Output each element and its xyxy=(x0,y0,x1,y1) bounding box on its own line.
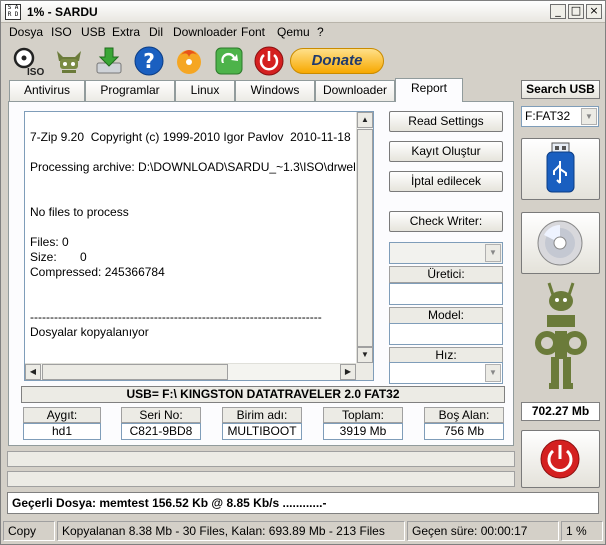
device-value: hd1 xyxy=(23,423,101,440)
create-usb-button[interactable] xyxy=(521,138,600,200)
usb-summary: USB= F:\ KINGSTON DATATRAVELER 2.0 FAT32 xyxy=(21,386,505,403)
horizontal-scrollbar[interactable]: ◀ ▶ xyxy=(25,363,357,380)
chevron-down-icon[interactable]: ▼ xyxy=(581,108,597,125)
check-writer-button[interactable]: Check Writer: xyxy=(389,211,503,232)
sardu-window: SARD 1% - SARDU _ □ × Dosya ISO USB Extr… xyxy=(0,0,606,545)
title-bar: SARD 1% - SARDU _ □ × xyxy=(1,1,605,23)
serial-label: Seri No: xyxy=(121,407,201,423)
menu-bar: Dosya ISO USB Extra Dil Downloader Font … xyxy=(1,23,605,41)
menu-font[interactable]: Font xyxy=(241,25,265,39)
burn-disc-icon[interactable] xyxy=(173,45,205,77)
exit-button[interactable] xyxy=(521,430,600,488)
size-display: 702.27 Mb xyxy=(521,402,600,421)
refresh-icon[interactable] xyxy=(213,45,245,77)
chevron-down-icon[interactable]: ▼ xyxy=(485,364,501,382)
status-percent: 1 % xyxy=(561,521,603,541)
download-icon[interactable] xyxy=(93,45,125,77)
tab-antivirus[interactable]: Antivirus xyxy=(9,80,85,101)
svg-text:ISO: ISO xyxy=(27,67,44,77)
manufacturer-field xyxy=(389,283,503,305)
cancel-button[interactable]: İptal edilecek xyxy=(389,171,503,192)
free-space-value: 756 Mb xyxy=(424,423,504,440)
svg-text:?: ? xyxy=(143,49,155,73)
tab-downloader[interactable]: Downloader xyxy=(315,80,395,101)
window-title: 1% - SARDU xyxy=(27,5,98,19)
writer-select[interactable]: ▼ xyxy=(389,242,503,264)
scroll-left-icon[interactable]: ◀ xyxy=(25,364,41,380)
file-progress-bar xyxy=(7,471,515,487)
menu-dil[interactable]: Dil xyxy=(149,25,163,39)
scroll-right-icon[interactable]: ▶ xyxy=(340,364,356,380)
current-file-status: Geçerli Dosya: memtest 156.52 Kb @ 8.85 … xyxy=(7,492,599,514)
power-icon[interactable] xyxy=(253,45,285,77)
cd-icon xyxy=(537,220,583,266)
help-icon[interactable]: ? xyxy=(133,45,165,77)
robot-logo-icon xyxy=(531,279,591,393)
menu-extra[interactable]: Extra xyxy=(112,25,140,39)
tab-windows[interactable]: Windows xyxy=(235,80,315,101)
maximize-button[interactable]: □ xyxy=(568,4,584,19)
tab-programlar[interactable]: Programlar xyxy=(85,80,175,101)
minimize-button[interactable]: _ xyxy=(550,4,566,19)
volume-label: Birim adı: xyxy=(222,407,302,423)
device-label: Aygıt: xyxy=(23,407,101,423)
tab-report[interactable]: Report xyxy=(395,78,463,102)
menu-dosya[interactable]: Dosya xyxy=(9,25,43,39)
menu-iso[interactable]: ISO xyxy=(51,25,72,39)
menu-qemu[interactable]: Qemu xyxy=(277,25,310,39)
manufacturer-label: Üretici: xyxy=(389,266,503,283)
vertical-scrollbar[interactable]: ▲ ▼ xyxy=(356,112,373,364)
search-usb-button[interactable]: Search USB xyxy=(521,80,600,99)
iso-icon[interactable]: ISO xyxy=(13,45,45,78)
report-text: 7-Zip 9.20 Copyright (c) 1999-2010 Igor … xyxy=(30,130,355,339)
usb-drive-icon xyxy=(546,142,575,193)
create-log-button[interactable]: Kayıt Oluştur xyxy=(389,141,503,162)
volume-value: MULTIBOOT xyxy=(222,423,302,440)
serial-value: C821-9BD8 xyxy=(121,423,201,440)
status-mode: Copy xyxy=(3,521,55,541)
drive-select-value: F:FAT32 xyxy=(525,109,571,123)
free-space-label: Boş Alan: xyxy=(424,407,504,423)
sardu-app-icon: SARD xyxy=(5,4,21,20)
menu-downloader[interactable]: Downloader xyxy=(173,25,237,39)
total-value: 3919 Mb xyxy=(323,423,403,440)
speed-select[interactable]: ▼ xyxy=(389,362,503,384)
total-label: Toplam: xyxy=(323,407,403,423)
menu-usb[interactable]: USB xyxy=(81,25,106,39)
model-label: Model: xyxy=(389,307,503,324)
status-elapsed: Geçen süre: 00:00:17 xyxy=(407,521,559,541)
horizontal-scroll-thumb[interactable] xyxy=(42,364,228,380)
scroll-corner xyxy=(356,363,373,380)
create-iso-button[interactable] xyxy=(521,212,600,274)
status-copied: Kopyalanan 8.38 Mb - 30 Files, Kalan: 69… xyxy=(57,521,405,541)
close-button[interactable]: × xyxy=(586,4,602,19)
power-icon xyxy=(540,439,580,479)
scroll-down-icon[interactable]: ▼ xyxy=(357,347,373,363)
donate-button[interactable]: Donate xyxy=(290,48,384,74)
status-bar: Copy Kopyalanan 8.38 Mb - 30 Files, Kala… xyxy=(1,518,605,544)
robot-icon[interactable] xyxy=(53,45,85,77)
overall-progress-bar xyxy=(7,451,515,467)
scroll-up-icon[interactable]: ▲ xyxy=(357,112,373,128)
report-textarea[interactable]: 7-Zip 9.20 Copyright (c) 1999-2010 Igor … xyxy=(24,111,374,381)
drive-select[interactable]: F:FAT32 ▼ xyxy=(521,106,599,127)
menu-help[interactable]: ? xyxy=(317,25,324,39)
tab-linux[interactable]: Linux xyxy=(175,80,235,101)
chevron-down-icon[interactable]: ▼ xyxy=(485,244,501,262)
vertical-scroll-thumb[interactable] xyxy=(357,129,373,347)
model-field xyxy=(389,323,503,345)
read-settings-button[interactable]: Read Settings xyxy=(389,111,503,132)
